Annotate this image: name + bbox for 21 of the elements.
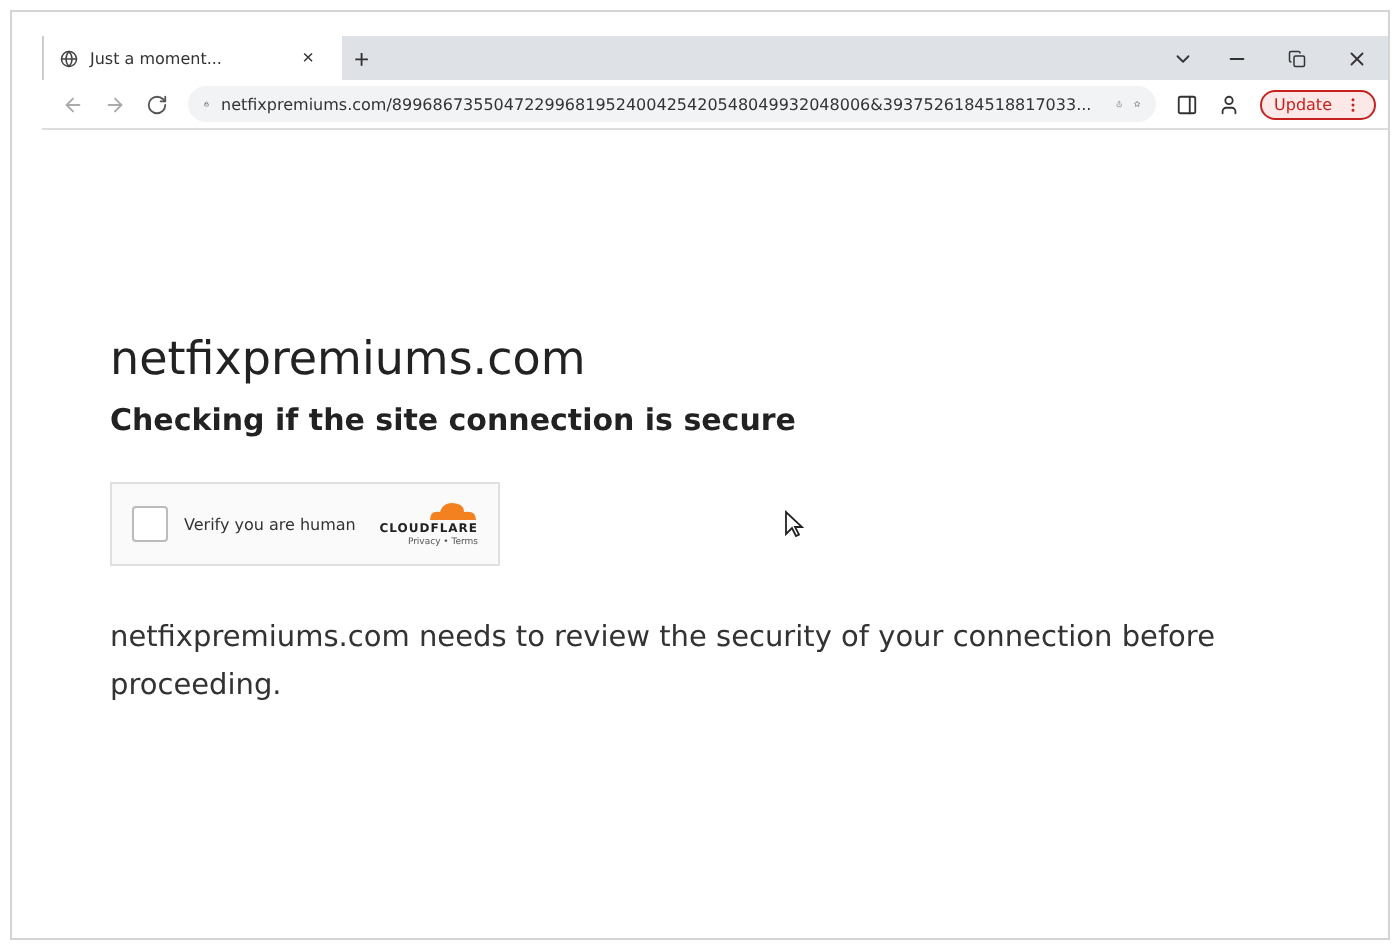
mouse-pointer-icon — [784, 510, 804, 538]
site-heading: netfixpremiums.com — [110, 334, 588, 386]
side-panel-icon[interactable] — [1176, 93, 1199, 115]
verify-label: Verify you are human — [184, 515, 358, 533]
security-check-subheading: Checking if the site connection is secure — [110, 402, 798, 438]
browser-tab[interactable]: Just a moment... × — [42, 36, 342, 80]
reload-icon[interactable] — [146, 93, 168, 115]
tab-title: Just a moment... — [90, 49, 222, 67]
new-tab-button[interactable]: + — [342, 36, 382, 80]
cloud-logo-icon — [426, 500, 478, 520]
close-tab-button[interactable]: × — [290, 47, 326, 69]
verify-checkbox[interactable] — [132, 506, 168, 542]
back-icon[interactable] — [62, 93, 84, 115]
security-message: netfixpremiums.com needs to review the security of your connection before proceeding. — [110, 620, 1217, 706]
address-bar[interactable]: netfixpremiums.com/89968673550472299681952400425420548049932048006&3937526184518817033... — [188, 86, 1157, 122]
profile-icon[interactable] — [1218, 93, 1241, 115]
forward-icon[interactable] — [104, 93, 126, 115]
restore-icon — [1288, 49, 1306, 67]
close-icon — [1346, 47, 1368, 69]
globe-icon — [60, 49, 78, 67]
update-button[interactable]: Update — [1260, 89, 1376, 119]
